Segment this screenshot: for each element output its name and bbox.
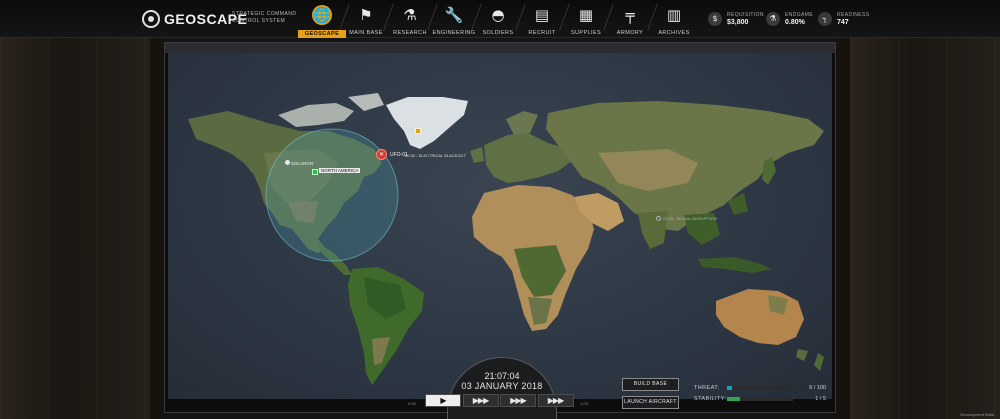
endgame-value: 0.80% — [785, 19, 805, 26]
tab-label: ARMORY — [616, 30, 644, 36]
base-marker-icon[interactable] — [285, 160, 290, 165]
threat-label: THREAT: — [694, 385, 720, 391]
threat-meter-fill — [727, 386, 733, 390]
tab-label: GEOSCAPE — [298, 30, 346, 38]
ufo-alert-icon[interactable]: ✕ — [376, 149, 387, 160]
game-date: 03 JANUARY 2018 — [461, 381, 543, 391]
stability-value: 1 / 5 — [815, 396, 826, 402]
pistol-icon: ┐ — [818, 12, 832, 26]
tab-label: RESEARCH — [393, 30, 427, 36]
greenland-landmass — [386, 97, 468, 149]
tab-label: SOLDIERS — [482, 30, 514, 36]
tab-soldiers[interactable]: ◓ SOLDIERS — [476, 0, 520, 38]
game-time: 21:07:04 — [484, 371, 520, 381]
left-wall-panel — [0, 38, 150, 419]
signal-icon[interactable] — [656, 216, 661, 221]
globe-icon: 🌐 — [312, 5, 332, 25]
world-map[interactable]: ✕ UFO-01 00:30 - ELECTRICAL BLACKOUT SOL… — [168, 53, 832, 399]
region-marker-icon[interactable] — [312, 169, 318, 175]
tab-label: ARCHIVES — [658, 30, 690, 36]
build-base-button[interactable]: BUILD BASE — [622, 378, 679, 391]
threat-value: 8 / 100 — [809, 385, 826, 391]
time-speed-controls: ▶ ▶▶▶ ▶▶▶ ▶▶▶ — [425, 394, 575, 407]
helmet-icon: ◓ — [491, 6, 505, 24]
tab-label: MAIN BASE — [349, 30, 383, 36]
money-icon: $ — [708, 12, 722, 26]
development-build-note: Development Build — [960, 412, 994, 417]
app-subtitle: STRATEGIC COMMAND CONTROL SYSTEM — [232, 11, 297, 24]
launch-aircraft-button[interactable]: LAUNCH AIRCRAFT — [622, 396, 679, 409]
tab-recruit[interactable]: ▤ RECRUIT — [520, 0, 564, 38]
requisition-label: REQUISITION — [727, 12, 764, 18]
flask-icon: ⚗ — [766, 12, 780, 26]
top-bar: GEOSCAPE STRATEGIC COMMAND CONTROL SYSTE… — [0, 0, 1000, 38]
flag-icon: ⚑ — [359, 6, 373, 24]
documents-icon: ▥ — [666, 6, 682, 24]
crates-icon: ▦ — [578, 6, 594, 24]
rifle-icon: ╤ — [625, 6, 635, 24]
right-wall-panel — [850, 38, 1000, 419]
left-frame-edge — [150, 38, 164, 419]
endgame-label: ENDGAME — [785, 12, 814, 18]
speed-button-4[interactable]: ▶▶▶ — [537, 394, 574, 407]
signal-detail: 01:03 - SIGNAL DISRUPTION — [663, 216, 717, 221]
speed-button-3[interactable]: ▶▶▶ — [500, 394, 536, 407]
tab-armory[interactable]: ╤ ARMORY — [608, 0, 652, 38]
indonesia-landmass — [698, 257, 772, 273]
requisition-value: $3,800 — [727, 19, 749, 26]
readiness-label: READINESS — [837, 12, 870, 18]
right-frame-edge — [836, 38, 850, 419]
tab-main-base[interactable]: ⚑ MAIN BASE — [344, 0, 388, 38]
australia-landmass — [716, 289, 804, 345]
tab-label: SUPPLIES — [570, 30, 602, 36]
tab-engineering[interactable]: 🔧 ENGINEERING — [432, 0, 476, 38]
wrench-icon: 🔧 — [444, 6, 464, 24]
speed-max-label: 1.0X — [580, 401, 589, 406]
tab-geoscape[interactable]: 🌐 GEOSCAPE — [298, 0, 346, 38]
tab-research[interactable]: ⚗ RESEARCH — [388, 0, 432, 38]
world-map-svg — [188, 93, 824, 385]
speed-min-label: 0.5X — [408, 401, 417, 406]
base-name[interactable]: SOLARON — [291, 161, 313, 166]
tab-label: RECRUIT — [528, 30, 556, 36]
tab-archives[interactable]: ▥ ARCHIVES — [652, 0, 696, 38]
region-name[interactable]: NORTH AMERICA — [319, 168, 361, 173]
map-header-bar — [165, 43, 835, 53]
speed-button-1[interactable]: ▶ — [425, 394, 461, 407]
threat-meter — [727, 386, 793, 390]
stability-meter-fill — [727, 397, 741, 401]
stability-meter — [727, 397, 793, 401]
greenland-beacon-icon[interactable] — [415, 128, 421, 134]
speed-button-2[interactable]: ▶▶▶ — [462, 394, 499, 407]
microscope-icon: ⚗ — [403, 6, 417, 24]
stability-label: STABILITY: — [694, 396, 727, 402]
ufo-detail: 00:30 - ELECTRICAL BLACKOUT — [405, 153, 466, 158]
recruit-file-icon: ▤ — [534, 6, 550, 24]
arctic-islands — [278, 103, 354, 127]
geoscape-logo-icon — [142, 10, 160, 28]
tab-supplies[interactable]: ▦ SUPPLIES — [564, 0, 608, 38]
readiness-value: 747 — [837, 19, 849, 26]
tab-label: ENGINEERING — [432, 30, 476, 36]
